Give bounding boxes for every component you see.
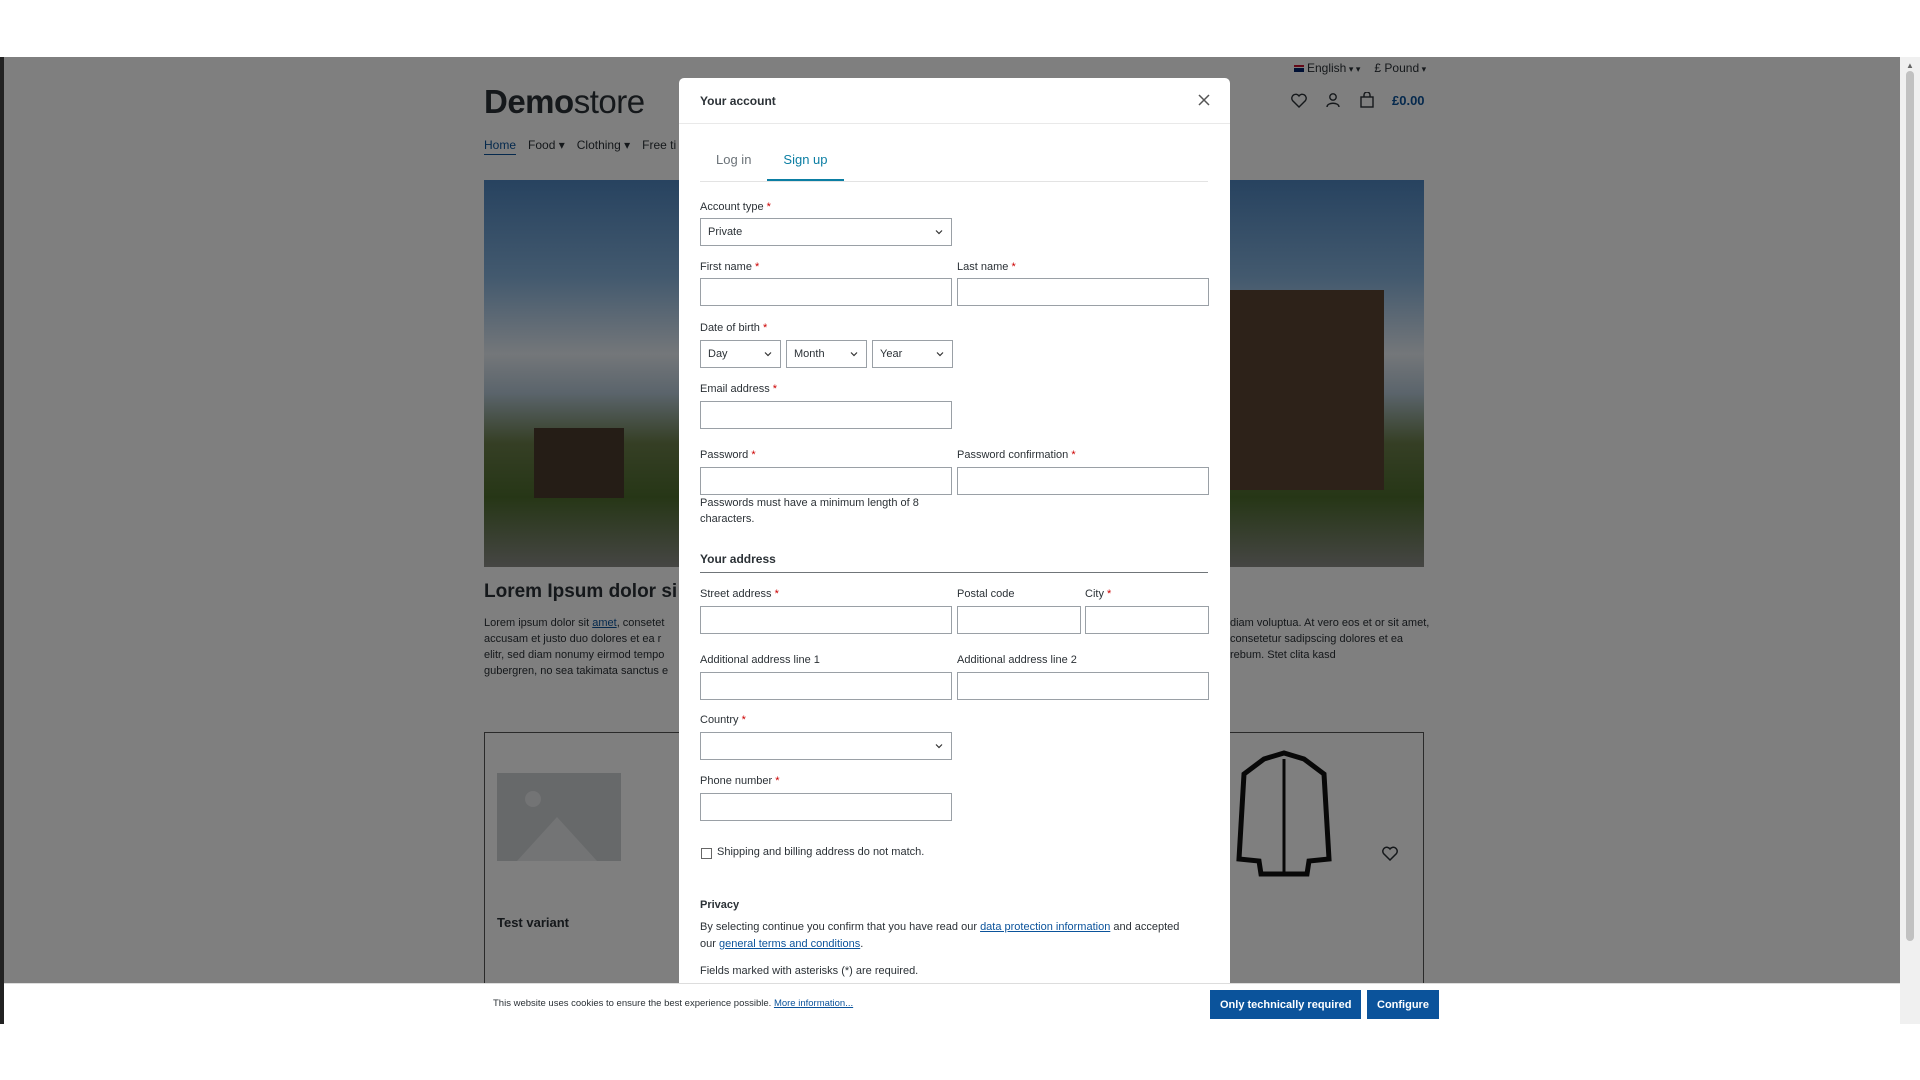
privacy-text-part-3: . — [860, 938, 864, 950]
password-label-text: Password — [700, 449, 749, 461]
country-select[interactable] — [700, 732, 952, 760]
dob-day-value: Day — [708, 348, 728, 360]
account-modal: Your account Log in Sign up Account type… — [679, 78, 1230, 1024]
account-type-label-text: Account type — [700, 201, 764, 213]
modal-title: Your account — [700, 94, 776, 108]
tab-sign-up[interactable]: Sign up — [767, 141, 844, 181]
password-hint: Passwords must have a minimum length of … — [700, 497, 919, 525]
postal-code-label: Postal code — [957, 588, 1015, 600]
close-icon[interactable] — [1196, 92, 1212, 108]
shipping-billing-checkbox-label[interactable]: Shipping and billing address do not matc… — [717, 846, 924, 858]
privacy-text: By selecting continue you confirm that y… — [700, 919, 1190, 953]
cookie-message: This website uses cookies to ensure the … — [493, 998, 774, 1009]
email-label-text: Email address — [700, 383, 770, 395]
password-confirm-label: Password confirmation * — [957, 449, 1076, 461]
page-scrollbar[interactable]: ▲ — [1900, 57, 1920, 1024]
required-asterisk: * — [751, 449, 756, 461]
scroll-up-arrow-icon[interactable]: ▲ — [1906, 61, 1914, 70]
country-label-text: Country — [700, 714, 739, 726]
city-label-text: City — [1085, 588, 1104, 600]
phone-label-text: Phone number — [700, 775, 773, 787]
address-section-heading: Your address — [700, 552, 1208, 573]
dob-month-select[interactable]: Month — [786, 340, 867, 368]
password-field[interactable] — [700, 467, 952, 495]
scrollbar-thumb[interactable] — [1906, 71, 1914, 941]
tab-log-in[interactable]: Log in — [700, 141, 767, 181]
dob-day-select[interactable]: Day — [700, 340, 781, 368]
configure-cookies-button[interactable]: Configure — [1367, 990, 1439, 1019]
email-field[interactable] — [700, 401, 952, 429]
dob-label-text: Date of birth — [700, 322, 760, 334]
required-asterisk: * — [766, 201, 771, 213]
required-fields-note: Fields marked with asterisks (*) are req… — [700, 965, 919, 977]
phone-label: Phone number * — [700, 775, 780, 787]
first-name-label: First name * — [700, 261, 759, 273]
cookie-more-info-link[interactable]: More information... — [774, 998, 853, 1009]
city-label: City * — [1085, 588, 1111, 600]
required-asterisk: * — [755, 261, 760, 273]
required-asterisk: * — [1011, 261, 1016, 273]
city-field[interactable] — [1085, 606, 1209, 634]
data-protection-link[interactable]: data protection information — [980, 921, 1110, 933]
dob-year-value: Year — [880, 348, 903, 360]
cookie-banner: This website uses cookies to ensure the … — [4, 983, 1900, 1024]
dob-year-select[interactable]: Year — [872, 340, 953, 368]
address-line-2-field[interactable] — [957, 672, 1209, 700]
last-name-label: Last name * — [957, 261, 1016, 273]
country-label: Country * — [700, 714, 746, 726]
shipping-billing-checkbox[interactable] — [701, 848, 712, 859]
chevron-down-icon — [850, 352, 858, 357]
dob-month-value: Month — [794, 348, 825, 360]
email-label: Email address * — [700, 383, 777, 395]
required-asterisk: * — [1071, 449, 1076, 461]
last-name-field[interactable] — [957, 278, 1209, 306]
chevron-down-icon — [935, 744, 943, 749]
street-field[interactable] — [700, 606, 952, 634]
required-asterisk: * — [774, 588, 779, 600]
required-asterisk: * — [741, 714, 746, 726]
street-label: Street address * — [700, 588, 779, 600]
phone-field[interactable] — [700, 793, 952, 821]
postal-code-field[interactable] — [957, 606, 1081, 634]
only-technically-required-button[interactable]: Only technically required — [1210, 990, 1362, 1019]
account-type-value: Private — [708, 226, 743, 238]
required-asterisk: * — [775, 775, 780, 787]
terms-conditions-link[interactable]: general terms and conditions — [719, 938, 860, 950]
required-asterisk: * — [1107, 588, 1112, 600]
dob-label: Date of birth * — [700, 322, 767, 334]
modal-header: Your account — [679, 78, 1230, 124]
cookie-text: This website uses cookies to ensure the … — [493, 998, 853, 1009]
first-name-label-text: First name — [700, 261, 752, 273]
account-type-select[interactable]: Private — [700, 218, 952, 246]
address-line-2-label: Additional address line 2 — [957, 654, 1077, 666]
required-asterisk: * — [772, 383, 778, 395]
address-line-1-label: Additional address line 1 — [700, 654, 820, 666]
first-name-field[interactable] — [700, 278, 952, 306]
privacy-text-part-1: By selecting continue you confirm that y… — [700, 921, 981, 933]
last-name-label-text: Last name — [957, 261, 1009, 273]
address-line-1-field[interactable] — [700, 672, 952, 700]
chevron-down-icon — [764, 352, 772, 357]
account-type-label: Account type * — [700, 201, 771, 213]
street-label-text: Street address — [700, 588, 772, 600]
password-confirm-label-text: Password confirmation — [957, 449, 1069, 461]
chevron-down-icon — [936, 352, 944, 357]
privacy-heading: Privacy — [700, 899, 740, 911]
account-tabs: Log in Sign up — [700, 141, 1208, 182]
required-asterisk: * — [762, 322, 768, 334]
password-confirm-field[interactable] — [957, 467, 1209, 495]
chevron-down-icon — [935, 230, 943, 235]
password-label: Password * — [700, 449, 756, 461]
